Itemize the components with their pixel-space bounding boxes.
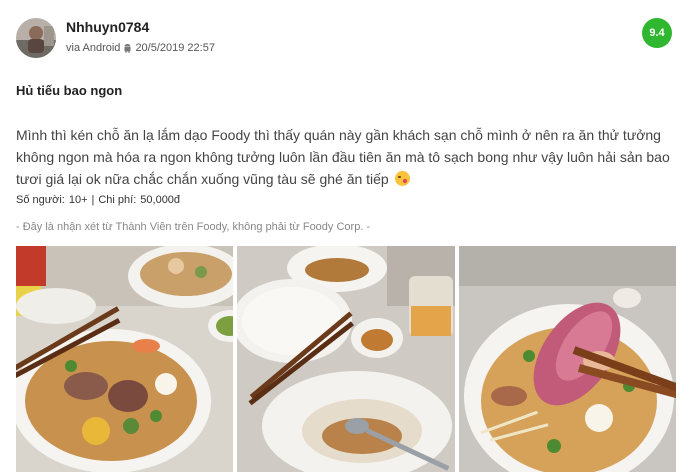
- user-name[interactable]: Nhhuyn0784: [66, 19, 149, 35]
- people-value: 10+: [68, 194, 88, 206]
- review-header: Nhhuyn0784 via Android 20/5/2019 22:57 9…: [16, 18, 674, 60]
- photo-gallery: [16, 246, 676, 472]
- review-title[interactable]: Hủ tiếu bao ngon: [16, 83, 122, 98]
- disclaimer: - Đây là nhận xét từ Thành Viên trên Foo…: [16, 221, 371, 233]
- review-photo-2[interactable]: [237, 246, 455, 472]
- review-text: Mình thì kén chỗ ăn lạ lắm dạo Foody thì…: [16, 127, 670, 187]
- review-photo-3[interactable]: [458, 246, 676, 472]
- price-label: Chi phí:: [98, 194, 137, 206]
- avatar[interactable]: [16, 18, 56, 58]
- review-photo-1[interactable]: [16, 246, 234, 472]
- people-label: Số người:: [16, 194, 65, 206]
- android-icon: [123, 43, 132, 53]
- review-body: Mình thì kén chỗ ăn lạ lắm dạo Foody thì…: [16, 124, 676, 190]
- review-meta: via Android 20/5/2019 22:57: [66, 42, 215, 54]
- review-date: 20/5/2019 22:57: [135, 42, 215, 54]
- review-stats: Số người: 10+ | Chi phí: 50,000đ: [16, 194, 180, 206]
- score-badge: 9.4: [642, 18, 672, 48]
- face-kiss-emoji-icon: [394, 171, 410, 186]
- via-label: via Android: [66, 42, 121, 54]
- stats-separator: |: [91, 194, 95, 206]
- price-value: 50,000đ: [140, 194, 181, 206]
